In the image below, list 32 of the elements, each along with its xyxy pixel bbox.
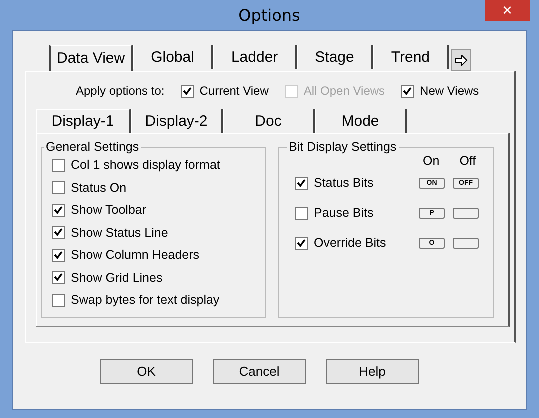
checkbox-label: Override Bits [314, 236, 386, 250]
checkbox-label: Current View [200, 84, 269, 98]
apply-label: Apply options to: [76, 84, 165, 98]
checkbox-label: New Views [420, 84, 480, 98]
checkbox-label: Show Column Headers [71, 248, 200, 262]
tab[interactable]: Doc [223, 109, 315, 133]
tab[interactable]: Ladder [213, 45, 298, 69]
checkbox-label: Col 1 shows display format [71, 158, 220, 172]
tab[interactable]: Display-2 [131, 109, 223, 133]
tab[interactable]: Mode [315, 109, 407, 133]
close-button[interactable]: ✕ [485, 0, 530, 21]
checkbox-label: Show Status Line [71, 226, 168, 240]
dialog-button[interactable]: Help [326, 359, 419, 384]
group-title: Bit Display Settings [288, 140, 398, 154]
checkbox-label: Swap bytes for text display [71, 293, 220, 308]
checkbox-label: Status Bits [314, 176, 374, 190]
checkbox-label: All Open Views [304, 84, 386, 98]
dialog-button[interactable]: OK [100, 359, 193, 384]
tab[interactable]: Global [133, 45, 214, 69]
dialog-button[interactable]: Cancel [213, 359, 306, 384]
checkbox-label: Show Grid Lines [71, 270, 163, 285]
tab[interactable]: Trend [373, 45, 450, 69]
checkbox-label: Pause Bits [314, 206, 374, 220]
column-header: Off [460, 154, 476, 168]
checkbox-label: Show Toolbar [71, 203, 147, 218]
tab[interactable]: Stage [297, 45, 374, 69]
window-title: Options [238, 6, 300, 24]
tab[interactable]: Data View [49, 45, 134, 71]
tab[interactable]: Display-1 [36, 109, 131, 133]
group-title: General Settings [45, 140, 140, 154]
column-header: On [423, 154, 440, 168]
checkbox-label: Status On [71, 180, 127, 195]
